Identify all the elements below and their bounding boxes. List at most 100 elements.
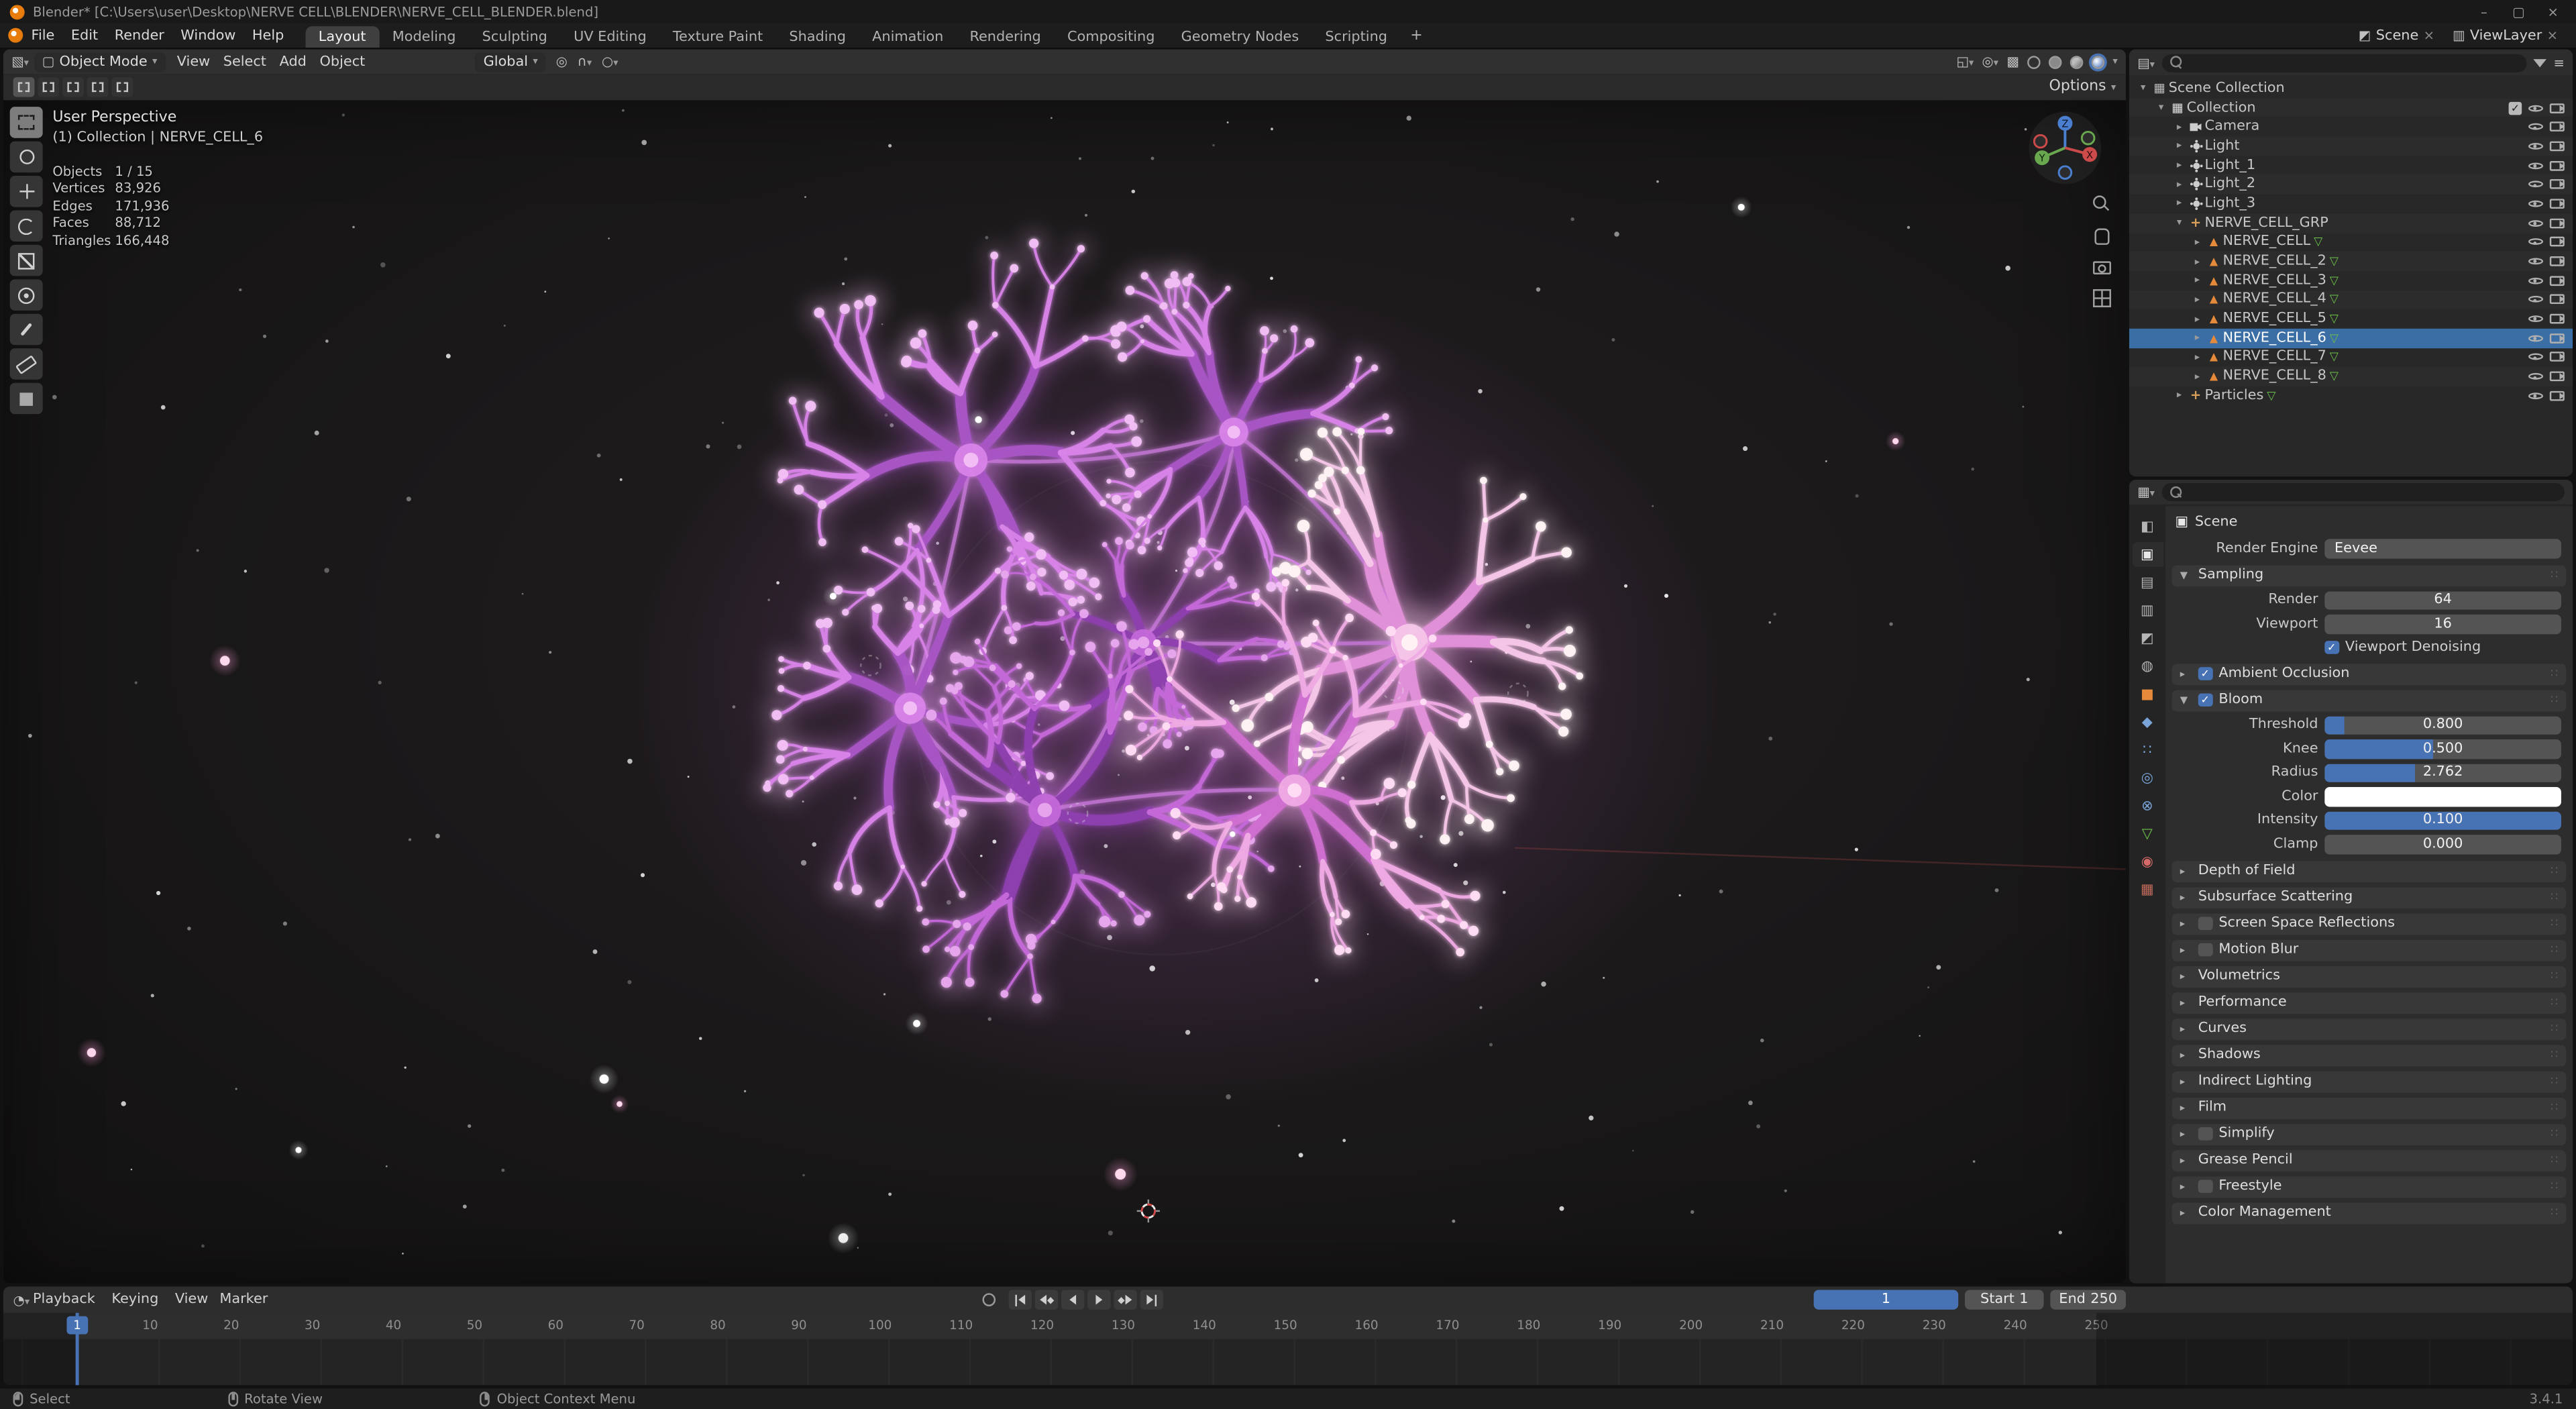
expand-arrow-icon[interactable]: ▸ [2172, 178, 2187, 190]
timeline-menu-item[interactable]: View [175, 1292, 208, 1308]
checkbox-icon[interactable] [2198, 1180, 2212, 1194]
timeline-menu-item[interactable]: Marker [219, 1292, 268, 1308]
viewport-tool-button[interactable] [10, 383, 43, 415]
outliner-row[interactable]: ▸ Light_1 ▽ ✓ [2129, 156, 2573, 175]
pan-hand-icon[interactable] [2093, 227, 2111, 245]
workspace-tab[interactable]: Animation [859, 26, 957, 48]
hide-eye-icon[interactable] [2528, 255, 2543, 268]
expand-arrow-icon[interactable]: ▸ [2190, 294, 2204, 305]
properties-search-input[interactable] [2161, 483, 2565, 501]
shading-rendered-icon[interactable] [2092, 55, 2105, 68]
workspace-tab[interactable]: Layout [305, 26, 379, 48]
viewport-tool-button[interactable] [10, 314, 43, 346]
workspace-tab[interactable]: Modeling [379, 26, 469, 48]
menu-item[interactable]: Edit [63, 27, 107, 43]
outliner-row[interactable]: ▸ NERVE_CELL_3 ▽ ✓ [2129, 271, 2573, 291]
hide-eye-icon[interactable] [2528, 331, 2543, 345]
viewport-tool-button[interactable] [10, 107, 43, 138]
start-frame-field[interactable]: Start1 [1965, 1290, 2044, 1309]
expand-arrow-icon[interactable]: ▾ [2172, 217, 2187, 229]
section-ambient-occlusion[interactable]: ▸ Ambient Occlusion ∷ [2172, 663, 2567, 684]
physics-tab[interactable] [2132, 766, 2163, 790]
properties-section-header[interactable]: ▸ Screen Space Reflections ∷ [2172, 912, 2567, 934]
hide-eye-icon[interactable] [2528, 370, 2543, 383]
properties-section-header[interactable]: ▸ Grease Pencil ∷ [2172, 1149, 2567, 1171]
expand-arrow-icon[interactable]: ▸ [2172, 121, 2187, 133]
camera-view-icon[interactable] [2093, 258, 2111, 276]
hide-eye-icon[interactable] [2528, 197, 2543, 211]
hide-eye-icon[interactable] [2528, 293, 2543, 307]
properties-section-header[interactable]: ▸ Film ∷ [2172, 1097, 2567, 1118]
select-mode-new-button[interactable] [13, 77, 35, 97]
disable-render-icon[interactable] [2550, 218, 2565, 228]
output-tab[interactable] [2132, 570, 2163, 595]
expand-arrow-icon[interactable]: ▸ [2190, 256, 2204, 267]
play-reverse-button[interactable] [1061, 1290, 1084, 1309]
select-mode-intersect-button[interactable] [112, 77, 133, 97]
menu-item[interactable]: File [23, 27, 62, 43]
viewport-3d[interactable]: User Perspective (1) Collection | NERVE_… [3, 100, 2126, 1283]
expand-arrow-icon[interactable]: ▸ [2190, 352, 2204, 363]
hide-eye-icon[interactable] [2528, 120, 2543, 134]
workspace-tab[interactable]: Sculpting [469, 26, 560, 48]
outliner-row[interactable]: ▸ Light_2 ▽ ✓ [2129, 175, 2573, 195]
checkbox-icon[interactable] [2198, 917, 2212, 931]
xray-toggle-icon[interactable]: ▩ [2006, 54, 2019, 69]
workspace-tab[interactable]: Scripting [1312, 26, 1401, 48]
expand-arrow-icon[interactable]: ▸ [2172, 390, 2187, 401]
outliner-row[interactable]: ▸ NERVE_CELL_6 ▽ ✓ [2129, 329, 2573, 348]
texture-tab[interactable] [2132, 878, 2163, 902]
viewport-tool-button[interactable] [10, 210, 43, 242]
shading-wireframe-icon[interactable] [2027, 55, 2041, 68]
value-slider[interactable]: 0.100 [2324, 811, 2561, 830]
hide-eye-icon[interactable] [2528, 101, 2543, 115]
hide-eye-icon[interactable] [2528, 313, 2543, 326]
timeline-menu-item[interactable]: Playback [33, 1292, 100, 1308]
modifiers-tab[interactable] [2132, 710, 2163, 735]
shading-dropdown-icon[interactable]: ▾ [2112, 56, 2117, 67]
outliner-row[interactable]: ▸ Camera ▽ ✓ [2129, 117, 2573, 137]
disable-render-icon[interactable] [2550, 256, 2565, 266]
disable-render-icon[interactable] [2550, 199, 2565, 209]
viewport-tool-button[interactable] [10, 348, 43, 380]
expand-arrow-icon[interactable]: ▸ [2172, 140, 2187, 152]
mode-dropdown[interactable]: ▢ Object Mode ▾ [34, 52, 165, 71]
prev-keyframe-button[interactable] [1035, 1290, 1058, 1309]
close-button[interactable]: × [2540, 4, 2566, 19]
render-engine-dropdown[interactable]: Eevee [2324, 539, 2561, 558]
exclude-checkbox[interactable]: ✓ [2509, 101, 2522, 115]
blender-menu-icon[interactable] [8, 28, 23, 43]
properties-section-header[interactable]: ▸ Volumetrics ∷ [2172, 966, 2567, 987]
disable-render-icon[interactable] [2550, 276, 2565, 286]
menu-item[interactable]: Render [106, 27, 172, 43]
hide-eye-icon[interactable] [2528, 274, 2543, 287]
proportional-edit-icon[interactable]: ○▾ [602, 54, 618, 69]
viewport-tool-button[interactable] [10, 245, 43, 276]
hide-eye-icon[interactable] [2528, 236, 2543, 249]
workspace-tab[interactable]: UV Editing [560, 26, 659, 48]
filter-icon[interactable] [2534, 58, 2547, 66]
hide-eye-icon[interactable] [2528, 389, 2543, 403]
disable-render-icon[interactable] [2550, 160, 2565, 170]
outliner-row[interactable]: ▸ Particles ▽ ✓ [2129, 386, 2573, 406]
outliner-row[interactable]: ▸ NERVE_CELL_5 ▽ ✓ [2129, 309, 2573, 329]
viewport-menu-item[interactable]: Object [313, 54, 372, 70]
remove-viewlayer-icon[interactable]: × [2547, 28, 2558, 43]
number-field[interactable]: 16 [2324, 615, 2561, 633]
next-keyframe-button[interactable] [1114, 1290, 1136, 1309]
outliner-row[interactable]: ▾ Collection ▽ ✓ [2129, 98, 2573, 117]
disable-render-icon[interactable] [2550, 122, 2565, 132]
select-mode-invert-button[interactable] [87, 77, 109, 97]
world-tab[interactable] [2132, 654, 2163, 679]
outliner-editor-icon[interactable]: ▤▾ [2137, 55, 2155, 70]
workspace-tab[interactable]: Compositing [1054, 26, 1168, 48]
outliner-row[interactable]: ▾ Scene Collection ▽ ✓ [2129, 79, 2573, 99]
outliner-options-icon[interactable]: ≡ [2553, 55, 2564, 70]
properties-section-header[interactable]: ▸ Shadows ∷ [2172, 1044, 2567, 1065]
menu-item[interactable]: Help [244, 27, 292, 43]
maximize-button[interactable]: ▢ [2506, 4, 2532, 19]
value-slider[interactable]: 0.800 [2324, 716, 2561, 735]
viewport-denoising-row[interactable]: Viewport Denoising [2165, 637, 2573, 658]
timeline-editor-icon[interactable]: ◔▾ [13, 1292, 30, 1307]
ortho-toggle-icon[interactable] [2093, 289, 2111, 307]
